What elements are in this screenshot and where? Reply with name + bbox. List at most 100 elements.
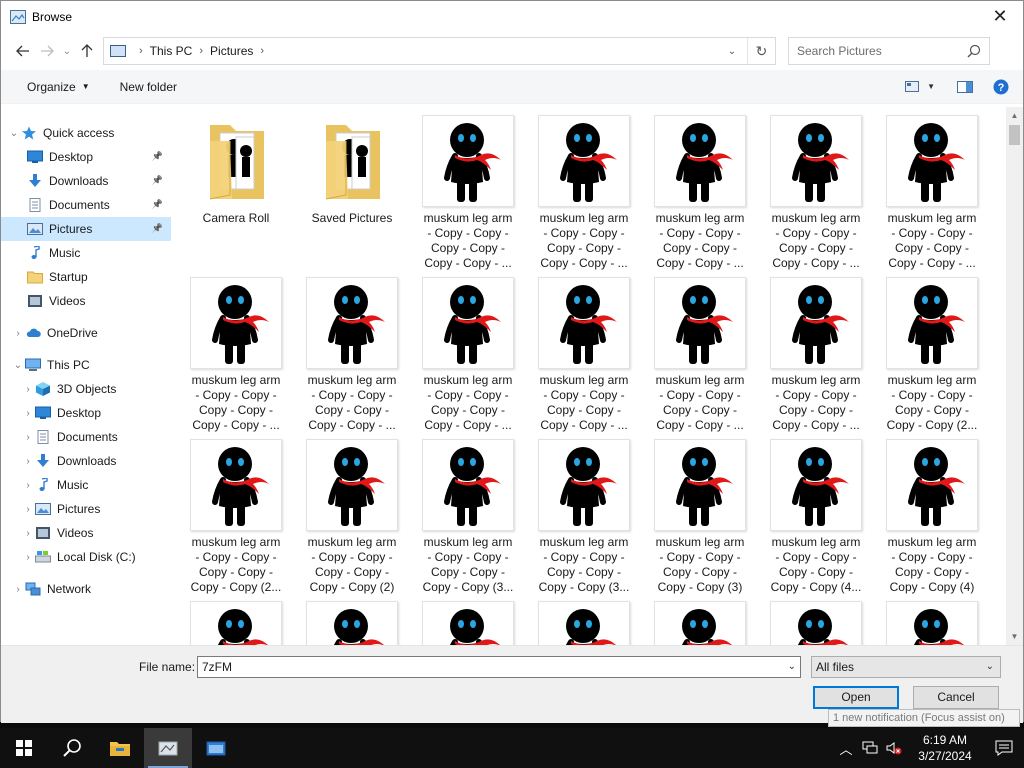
nav-item[interactable]: › OneDrive xyxy=(1,321,171,345)
file-item[interactable]: muskum leg arm - Copy - Copy - Copy - Copy… xyxy=(536,439,632,595)
chevron-right-icon[interactable]: › xyxy=(21,432,35,443)
chevron-right-icon[interactable]: › xyxy=(21,504,35,515)
file-name-line: - Copy - Copy - xyxy=(311,388,393,402)
file-item[interactable]: muskum leg arm - Copy - Copy - Copy - Copy… xyxy=(420,439,516,595)
address-box[interactable]: › This PC › Pictures › ⌄ ↻ xyxy=(103,37,776,65)
file-item[interactable]: muskum leg arm - Copy - Copy - Copy - Copy… xyxy=(884,115,980,271)
file-item[interactable]: muskum leg arm - Copy - Copy - Copy - Copy… xyxy=(536,277,632,433)
scroll-up-button[interactable]: ▲ xyxy=(1006,107,1023,124)
nav-item[interactable]: › Music xyxy=(1,473,171,497)
refresh-button[interactable]: ↻ xyxy=(747,38,775,64)
nav-item[interactable]: ⌄ Quick access xyxy=(1,121,171,145)
nav-item[interactable]: › Pictures xyxy=(1,497,171,521)
file-type-filter[interactable]: All files ⌄ xyxy=(811,656,1001,678)
scroll-thumb[interactable] xyxy=(1009,125,1020,145)
file-item[interactable]: muskum leg arm - Copy - Copy - Copy - Copy… xyxy=(768,277,864,433)
file-explorer-taskbar-button[interactable] xyxy=(96,728,144,768)
browse-app-taskbar-button[interactable] xyxy=(144,728,192,768)
file-item[interactable]: muskum leg arm - Copy - Copy - Copy - Copy… xyxy=(652,277,748,433)
action-center-button[interactable] xyxy=(984,740,1024,756)
help-button[interactable]: ? xyxy=(993,79,1009,95)
scroll-down-button[interactable]: ▼ xyxy=(1006,628,1023,645)
nav-item[interactable]: Downloads 📌 xyxy=(1,169,171,193)
file-item[interactable]: muskum leg arm - Copy - Copy - Copy - Copy… xyxy=(420,277,516,433)
volume-tray-button[interactable] xyxy=(882,741,906,755)
nav-item[interactable]: › Videos xyxy=(1,521,171,545)
file-item[interactable] xyxy=(420,601,516,645)
chevron-right-icon[interactable]: › xyxy=(21,528,35,539)
address-dropdown-button[interactable]: ⌄ xyxy=(723,38,741,64)
nav-item[interactable]: › Network xyxy=(1,577,171,601)
crumb-separator-icon[interactable]: › xyxy=(139,45,143,57)
nav-item[interactable]: Music xyxy=(1,241,171,265)
crumb-this-pc[interactable]: This PC xyxy=(150,44,193,58)
file-item[interactable] xyxy=(652,601,748,645)
chevron-right-icon[interactable]: › xyxy=(21,480,35,491)
show-hidden-icons-button[interactable]: ︿ xyxy=(834,739,858,758)
file-item[interactable]: muskum leg arm - Copy - Copy - Copy - Copy… xyxy=(768,115,864,271)
file-item[interactable]: muskum leg arm - Copy - Copy - Copy - Copy… xyxy=(652,115,748,271)
file-item[interactable] xyxy=(768,601,864,645)
chevron-right-icon[interactable]: › xyxy=(21,456,35,467)
nav-item[interactable]: Pictures 📌 xyxy=(1,217,171,241)
crumb-separator-icon[interactable]: › xyxy=(260,45,264,57)
view-options-button[interactable]: ▼ xyxy=(927,82,935,91)
nav-item[interactable]: › Documents xyxy=(1,425,171,449)
open-button[interactable]: Open xyxy=(813,686,899,709)
file-item[interactable]: muskum leg arm - Copy - Copy - Copy - Copy… xyxy=(304,439,400,595)
preview-pane-button[interactable] xyxy=(957,80,973,93)
chevron-right-icon[interactable]: › xyxy=(21,408,35,419)
cancel-button[interactable]: Cancel xyxy=(913,686,999,709)
recent-locations-button[interactable]: ⌄ xyxy=(59,39,75,63)
search-box[interactable]: Search Pictures xyxy=(788,37,990,65)
back-button[interactable] xyxy=(11,39,35,63)
nav-item[interactable]: Videos xyxy=(1,289,171,313)
nav-item[interactable]: Startup xyxy=(1,265,171,289)
file-item[interactable] xyxy=(536,601,632,645)
chevron-right-icon[interactable]: › xyxy=(11,328,25,339)
close-button[interactable]: ✕ xyxy=(977,1,1023,32)
nav-item[interactable]: Desktop 📌 xyxy=(1,145,171,169)
network-tray-button[interactable] xyxy=(858,741,882,755)
crumb-pictures[interactable]: Pictures xyxy=(210,44,253,58)
folder-item[interactable]: Camera Roll xyxy=(188,115,284,226)
file-item[interactable]: muskum leg arm - Copy - Copy - Copy - Copy… xyxy=(188,439,284,595)
nav-item[interactable]: › 3D Objects xyxy=(1,377,171,401)
crumb-separator-icon[interactable]: › xyxy=(199,45,203,57)
up-button[interactable] xyxy=(75,39,99,63)
file-item[interactable] xyxy=(304,601,400,645)
file-item[interactable]: muskum leg arm - Copy - Copy - Copy - Copy… xyxy=(536,115,632,271)
file-item[interactable]: muskum leg arm - Copy - Copy - Copy - Copy… xyxy=(304,277,400,433)
nav-item[interactable]: › Desktop xyxy=(1,401,171,425)
start-button[interactable] xyxy=(0,728,48,768)
file-item[interactable] xyxy=(884,601,980,645)
chevron-down-icon[interactable]: ⌄ xyxy=(7,128,21,139)
search-button[interactable] xyxy=(48,728,96,768)
chevron-right-icon[interactable]: › xyxy=(21,552,35,563)
file-item[interactable]: muskum leg arm - Copy - Copy - Copy - Copy… xyxy=(652,439,748,595)
notification-toast[interactable]: 1 new notification (Focus assist on) xyxy=(828,709,1020,727)
folder-item[interactable]: Saved Pictures xyxy=(304,115,400,226)
file-name-field[interactable]: 7zFM ⌄ xyxy=(197,656,801,678)
organize-button[interactable]: Organize ▼ xyxy=(27,80,90,94)
change-view-button[interactable] xyxy=(905,81,920,92)
file-item[interactable]: muskum leg arm - Copy - Copy - Copy - Copy… xyxy=(884,439,980,595)
chevron-down-icon[interactable]: ⌄ xyxy=(11,360,25,371)
new-folder-button[interactable]: New folder xyxy=(120,80,177,94)
nav-item[interactable]: › Local Disk (C:) xyxy=(1,545,171,569)
file-item[interactable]: muskum leg arm - Copy - Copy - Copy - Copy… xyxy=(188,277,284,433)
nav-item[interactable]: › Downloads xyxy=(1,449,171,473)
chevron-down-icon[interactable]: ⌄ xyxy=(788,657,796,677)
nav-item[interactable]: Documents 📌 xyxy=(1,193,171,217)
nav-item[interactable]: ⌄ This PC xyxy=(1,353,171,377)
forward-button[interactable] xyxy=(35,39,59,63)
app-taskbar-button[interactable] xyxy=(192,728,240,768)
chevron-right-icon[interactable]: › xyxy=(11,584,25,595)
chevron-right-icon[interactable]: › xyxy=(21,384,35,395)
vertical-scrollbar[interactable]: ▲ ▼ xyxy=(1006,107,1023,645)
clock[interactable]: 6:19 AM 3/27/2024 xyxy=(906,732,984,764)
file-item[interactable]: muskum leg arm - Copy - Copy - Copy - Copy… xyxy=(884,277,980,433)
file-item[interactable]: muskum leg arm - Copy - Copy - Copy - Copy… xyxy=(420,115,516,271)
file-item[interactable]: muskum leg arm - Copy - Copy - Copy - Copy… xyxy=(768,439,864,595)
file-item[interactable] xyxy=(188,601,284,645)
